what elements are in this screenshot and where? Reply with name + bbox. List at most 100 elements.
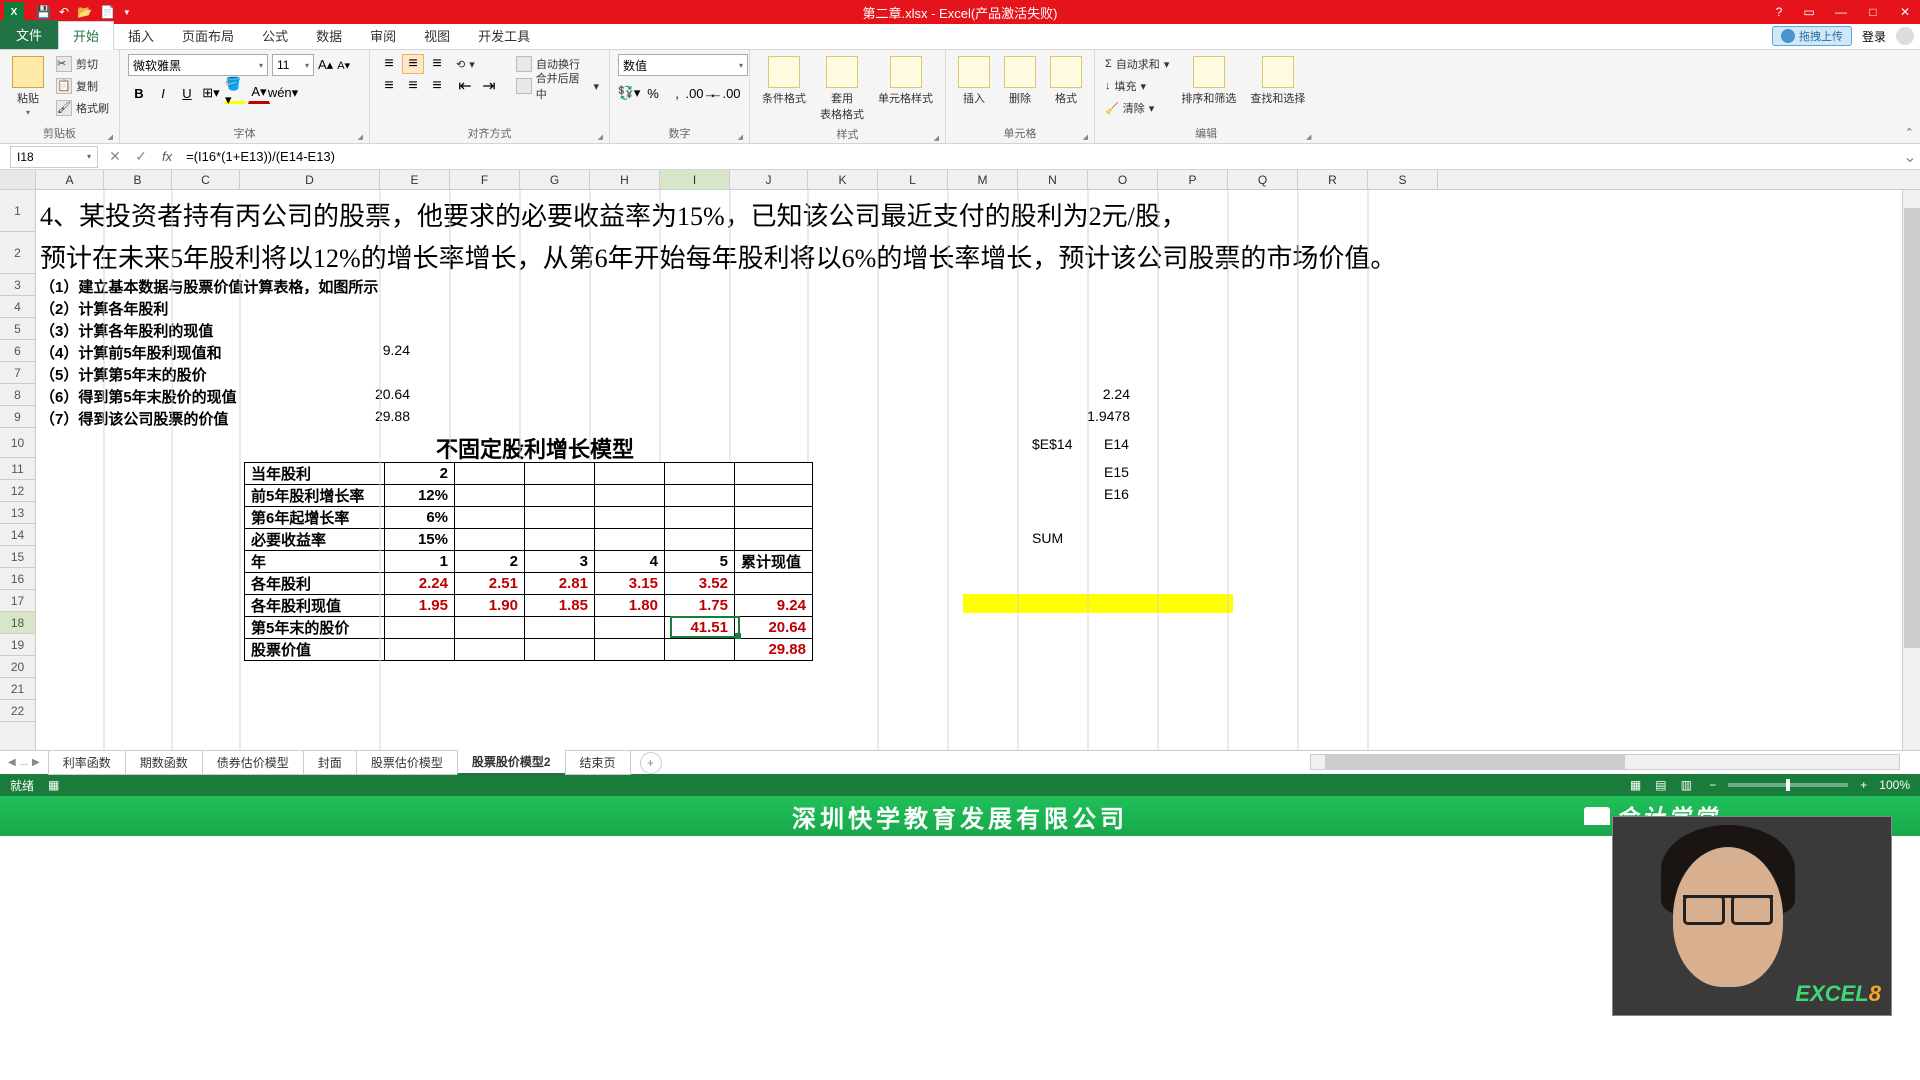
italic-button[interactable]: I [152,82,174,104]
column-header-Q[interactable]: Q [1228,170,1298,189]
tab-developer[interactable]: 开发工具 [464,22,544,49]
tab-data[interactable]: 数据 [302,22,356,49]
user-avatar-icon[interactable] [1896,27,1914,45]
name-box[interactable]: I18▾ [10,146,98,168]
decrease-font-icon[interactable]: A▾ [337,59,350,72]
column-header-A[interactable]: A [36,170,104,189]
row-header-1[interactable]: 1 [0,190,35,232]
format-table-button[interactable]: 套用 表格格式 [816,54,868,124]
align-left-button[interactable]: ≡ [378,76,400,96]
row-header-7[interactable]: 7 [0,362,35,384]
cancel-formula-icon[interactable]: ✕ [102,148,128,165]
copy-button[interactable]: 📋复制 [54,76,111,96]
cut-button[interactable]: ✂剪切 [54,54,111,74]
column-header-G[interactable]: G [520,170,590,189]
help-icon[interactable]: ? [1766,1,1792,23]
maximize-icon[interactable]: □ [1858,1,1888,23]
zoom-out-icon[interactable]: − [1709,778,1716,792]
minimize-icon[interactable]: — [1826,1,1856,23]
macro-record-icon[interactable]: ▦ [48,778,59,792]
row-header-22[interactable]: 22 [0,700,35,722]
row-header-17[interactable]: 17 [0,590,35,612]
paste-button[interactable]: 粘贴 ▾ [8,54,48,119]
sort-filter-button[interactable]: 排序和筛选 [1177,54,1240,108]
align-center-button[interactable]: ≡ [402,76,424,96]
column-header-F[interactable]: F [450,170,520,189]
sheet-tab-5[interactable]: 股票估价模型 [356,751,458,775]
spreadsheet-grid[interactable]: ABCDEFGHIJKLMNOPQRS 12345678910111213141… [0,170,1920,750]
column-header-B[interactable]: B [104,170,172,189]
underline-button[interactable]: U [176,82,198,104]
row-header-9[interactable]: 9 [0,406,35,428]
font-color-button[interactable]: A▾ [248,82,270,104]
sheet-tab-3[interactable]: 债券估价模型 [202,751,304,775]
login-link[interactable]: 登录 [1862,28,1886,45]
vertical-scrollbar[interactable] [1902,190,1920,750]
column-header-P[interactable]: P [1158,170,1228,189]
column-header-K[interactable]: K [808,170,878,189]
column-header-R[interactable]: R [1298,170,1368,189]
decrease-decimal-button[interactable]: ←.00 [714,82,736,104]
font-size-select[interactable]: 11▾ [272,54,314,76]
clear-button[interactable]: 🧹清除▾ [1103,98,1171,118]
new-sheet-button[interactable]: + [640,752,662,774]
sheet-nav-more[interactable]: ... [20,757,28,768]
decrease-indent-button[interactable]: ⇤ [454,76,476,96]
delete-cells-button[interactable]: 删除 [1000,54,1040,108]
row-header-19[interactable]: 19 [0,634,35,656]
row-header-21[interactable]: 21 [0,678,35,700]
find-select-button[interactable]: 查找和选择 [1246,54,1309,108]
row-header-18[interactable]: 18 [0,612,35,634]
row-header-3[interactable]: 3 [0,274,35,296]
tab-view[interactable]: 视图 [410,22,464,49]
fill-button[interactable]: ↓填充▾ [1103,76,1171,96]
tab-formulas[interactable]: 公式 [248,22,302,49]
column-header-S[interactable]: S [1368,170,1438,189]
sheet-nav-first-icon[interactable]: ◀ [8,757,16,768]
number-format-select[interactable]: 数值▾ [618,54,748,76]
column-header-O[interactable]: O [1088,170,1158,189]
collapse-ribbon-icon[interactable]: ⌃ [1905,126,1914,139]
row-header-2[interactable]: 2 [0,232,35,274]
fx-icon[interactable]: fx [154,149,180,164]
undo-icon[interactable]: ↶ [59,5,69,19]
row-header-5[interactable]: 5 [0,318,35,340]
column-header-H[interactable]: H [590,170,660,189]
tab-page-layout[interactable]: 页面布局 [168,22,248,49]
tab-home[interactable]: 开始 [58,21,114,50]
page-break-view-icon[interactable]: ▥ [1675,778,1697,792]
row-header-4[interactable]: 4 [0,296,35,318]
row-header-8[interactable]: 8 [0,384,35,406]
fill-color-button[interactable]: 🪣▾ [224,82,246,104]
sheet-tab-4[interactable]: 封面 [303,751,357,775]
insert-cells-button[interactable]: 插入 [954,54,994,108]
orientation-button[interactable]: ⟲▾ [454,54,500,74]
conditional-format-button[interactable]: 条件格式 [758,54,810,108]
tab-review[interactable]: 审阅 [356,22,410,49]
align-middle-button[interactable]: ≡ [402,54,424,74]
row-header-14[interactable]: 14 [0,524,35,546]
scroll-thumb[interactable] [1904,208,1920,648]
accounting-button[interactable]: 💱▾ [618,82,640,104]
row-header-13[interactable]: 13 [0,502,35,524]
row-header-12[interactable]: 12 [0,480,35,502]
expand-formula-icon[interactable]: ⌄ [1900,147,1920,167]
row-header-20[interactable]: 20 [0,656,35,678]
page-layout-view-icon[interactable]: ▤ [1650,778,1672,792]
row-header-6[interactable]: 6 [0,340,35,362]
format-cells-button[interactable]: 格式 [1046,54,1086,108]
sheet-tab-2[interactable]: 期数函数 [125,751,203,775]
new-icon[interactable]: 📄 [100,5,115,19]
font-name-select[interactable]: 微软雅黑▾ [128,54,268,76]
formula-input[interactable]: =(I16*(1+E13))/(E14-E13) [180,146,1900,168]
align-bottom-button[interactable]: ≡ [426,54,448,74]
normal-view-icon[interactable]: ▦ [1625,778,1647,792]
scroll-thumb[interactable] [1325,755,1625,769]
sheet-tab-6[interactable]: 股票股价模型2 [457,750,566,775]
phonetic-button[interactable]: wén▾ [272,82,294,104]
increase-font-icon[interactable]: A▴ [318,57,333,73]
align-top-button[interactable]: ≡ [378,54,400,74]
column-header-J[interactable]: J [730,170,808,189]
column-header-N[interactable]: N [1018,170,1088,189]
format-painter-button[interactable]: 🖌格式刷 [54,98,111,118]
